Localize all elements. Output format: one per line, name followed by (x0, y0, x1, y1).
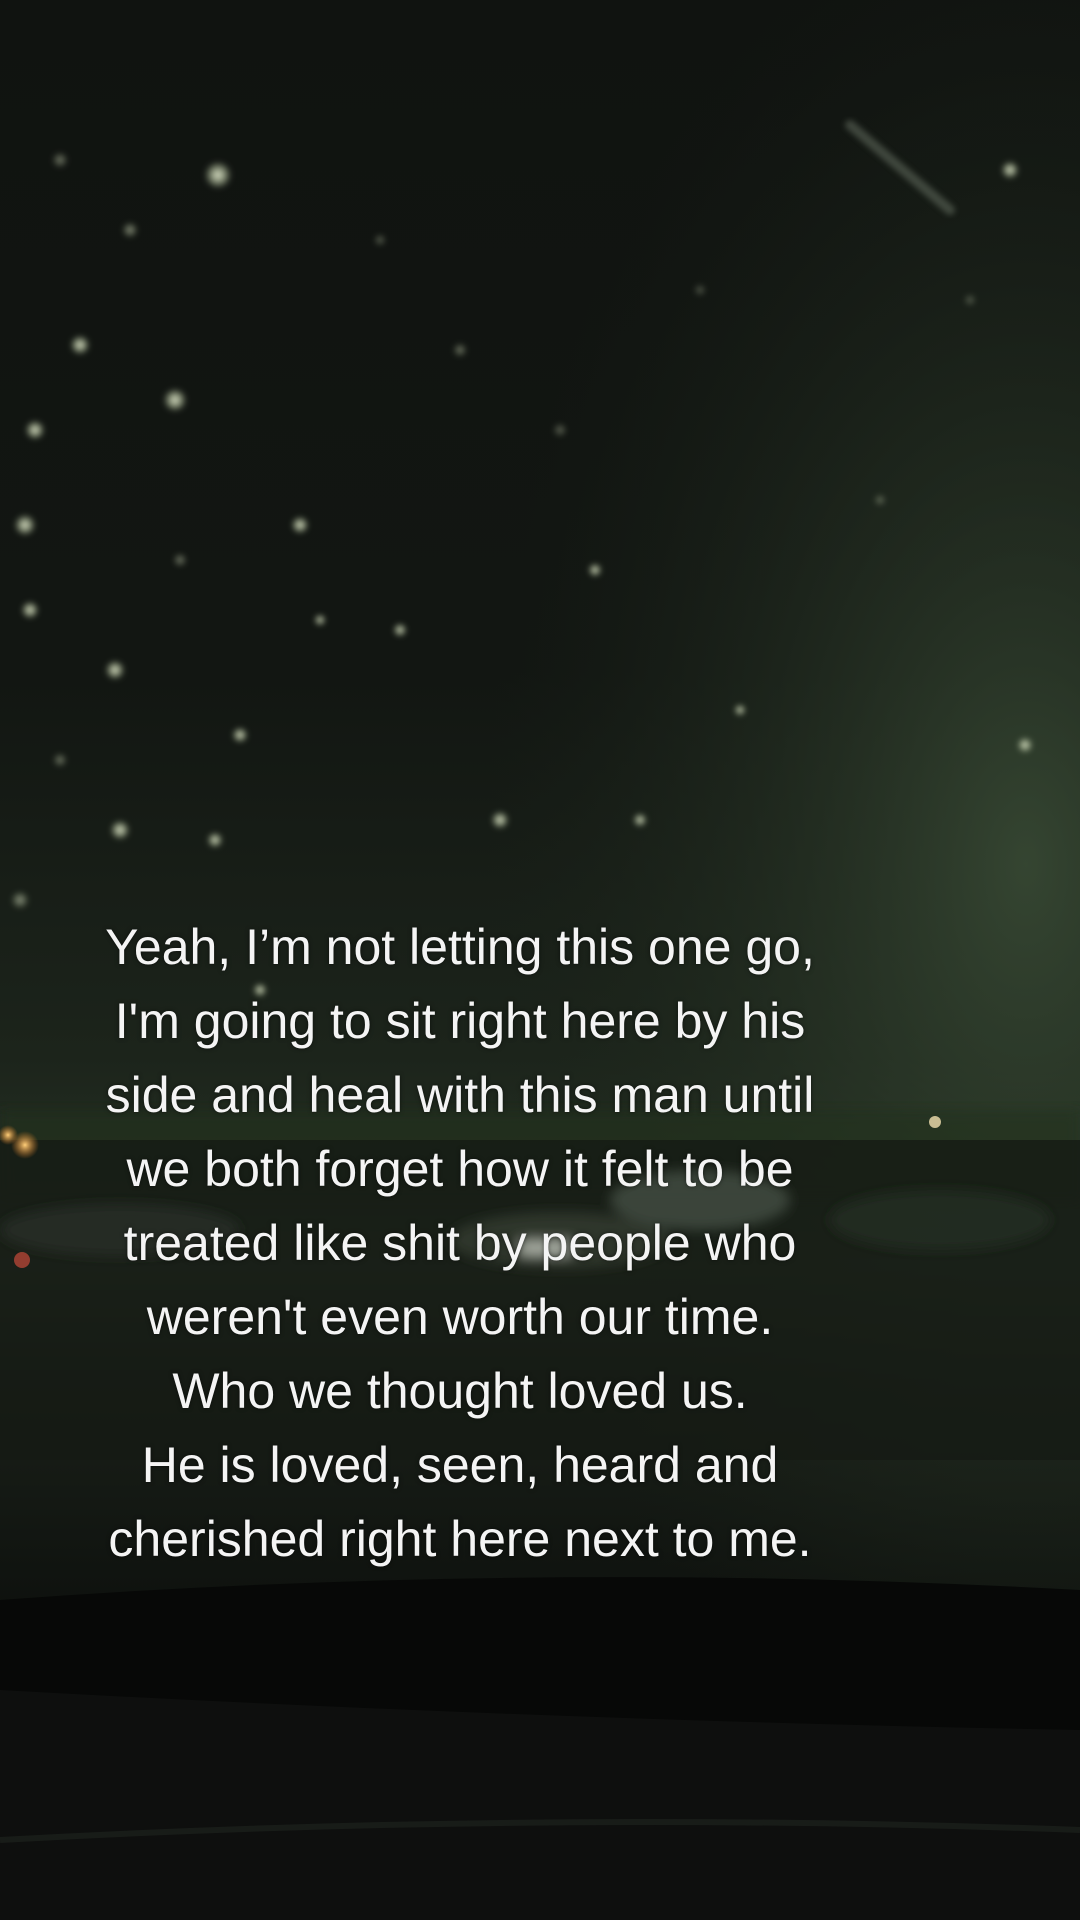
overlay-caption: Yeah, I’m not letting this one go, I'm g… (40, 910, 880, 1576)
caption-line-6: weren't even worth our time. (146, 1289, 774, 1345)
caption-line-1: Yeah, I’m not letting this one go, (105, 919, 815, 975)
caption-line-3: side and heal with this man until (105, 1067, 815, 1123)
caption-line-7: Who we thought loved us. (172, 1363, 748, 1419)
caption-line-5: treated like shit by people who (123, 1215, 797, 1271)
caption-line-4: we both forget how it felt to be (126, 1141, 794, 1197)
caption-line-2: I'm going to sit right here by his (114, 993, 806, 1049)
caption-line-9: cherished right here next to me. (108, 1511, 812, 1567)
caption-line-8: He is loved, seen, heard and (141, 1437, 779, 1493)
